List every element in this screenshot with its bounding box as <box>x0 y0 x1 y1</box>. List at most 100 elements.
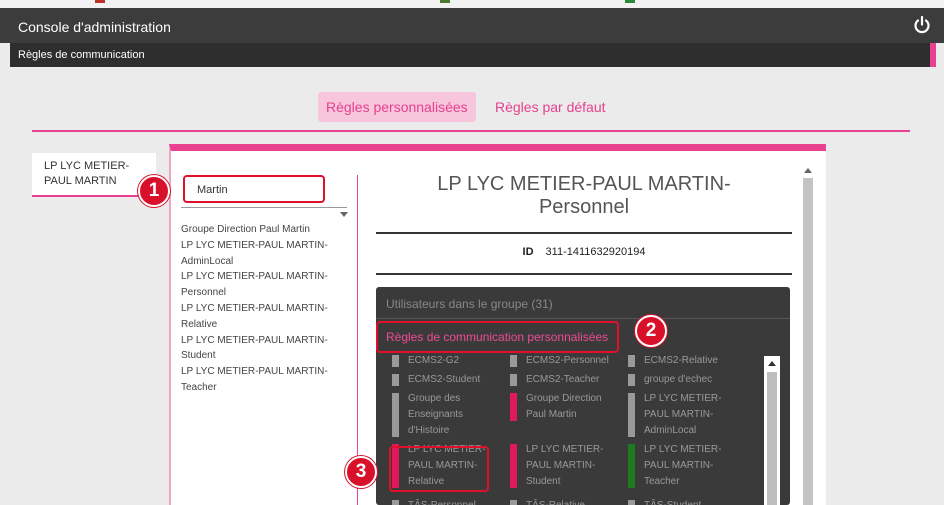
rule-status-bar <box>510 355 517 367</box>
rule-cell-label: ECMS2-Relative <box>644 353 718 369</box>
rule-cell-line: ECMS2-Relative <box>644 355 718 366</box>
group-list-item[interactable]: LP LYC METIER-PAUL MARTIN- <box>181 269 346 285</box>
group-id-row: ID 311-1411632920194 <box>376 246 792 258</box>
top-strip-mark <box>625 0 635 3</box>
rule-status-bar <box>628 444 635 488</box>
group-list-item[interactable]: Groupe Direction Paul Martin <box>181 222 346 238</box>
rule-cell-line: Paul Martin <box>526 409 577 420</box>
rule-cell-line: TÂS-Relative <box>526 498 585 505</box>
users-in-group-toggle[interactable]: Utilisateurs dans le groupe (31) <box>386 297 553 311</box>
power-icon[interactable] <box>912 15 932 35</box>
caret-down-icon[interactable] <box>340 212 348 217</box>
group-list-item[interactable]: Student <box>181 348 346 364</box>
rule-cell-label: ECMS2-Student <box>408 372 480 388</box>
rule-cell-line: AdminLocal <box>644 425 697 436</box>
rule-cell-line: d'Histoire <box>408 425 450 436</box>
tab-default-rules[interactable]: Règles par défaut <box>487 92 614 122</box>
rule-cell-label: TÂS-Relative <box>526 498 585 505</box>
rule-cell-line: PAUL MARTIN- <box>526 460 596 471</box>
rule-cell-line: PAUL MARTIN- <box>644 409 714 420</box>
group-search-input[interactable] <box>197 182 315 198</box>
rule-cell-line: Groupe Direction <box>526 393 602 404</box>
callout-badge: 1 <box>138 175 170 207</box>
group-list-item[interactable]: LP LYC METIER-PAUL MARTIN- <box>181 364 346 380</box>
rule-status-bar <box>392 355 399 367</box>
users-divider <box>376 318 790 319</box>
section-title: Règles de communication <box>18 49 145 61</box>
rule-cell-label: ECMS2-Personnel <box>526 353 609 369</box>
rule-cell-line: LP LYC METIER- <box>644 444 722 455</box>
rule-cell-line: Student <box>526 476 561 487</box>
rules-tabs: Règles personnalisées Règles par défaut <box>0 92 944 124</box>
relative-highlight-box <box>389 446 489 492</box>
group-list-item[interactable]: AdminLocal <box>181 254 346 270</box>
group-list-item[interactable]: Relative <box>181 317 346 333</box>
rule-cell-label: LP LYC METIER- PAUL MARTIN- Student <box>526 442 603 490</box>
group-list-item[interactable]: LP LYC METIER-PAUL MARTIN- <box>181 238 346 254</box>
app-title: Console d'administration <box>18 19 171 35</box>
rule-status-bar <box>510 444 517 488</box>
rule-status-bar <box>628 355 635 367</box>
rule-status-bar <box>628 374 635 386</box>
rule-cell-label: ECMS2-Teacher <box>526 372 599 388</box>
rule-cell-label: TÂS-Personnel <box>408 498 476 505</box>
scroll-thumb[interactable] <box>803 178 813 505</box>
rule-cell-line: ECMS2-Student <box>408 374 481 385</box>
group-list-item[interactable]: Teacher <box>181 380 346 396</box>
rule-status-bar <box>510 393 517 421</box>
custom-rules-header[interactable]: Règles de communication personnalisées <box>376 321 619 353</box>
rule-cell-label: ECMS2-G2 <box>408 353 459 369</box>
rule-cell-line: LP LYC METIER- <box>526 444 604 455</box>
callout-badge: 3 <box>345 456 377 488</box>
rule-cell-line: groupe d'echec <box>644 374 713 385</box>
app-header: Console d'administration <box>0 8 944 43</box>
search-underline <box>181 207 347 208</box>
rule-cell-line: PAUL MARTIN- <box>644 460 714 471</box>
rule-cell-label: LP LYC METIER- PAUL MARTIN- Teacher <box>644 442 721 490</box>
rule-status-bar <box>628 393 635 437</box>
search-box[interactable] <box>183 175 325 203</box>
group-list-item[interactable]: LP LYC METIER-PAUL MARTIN- <box>181 301 346 317</box>
panel-scrollbar[interactable] <box>801 166 815 505</box>
title-separator <box>376 232 792 234</box>
section-bar: Règles de communication <box>10 43 936 67</box>
rule-status-bar <box>392 393 399 437</box>
group-title-line1: LP LYC METIER-PAUL MARTIN- <box>437 173 731 195</box>
rule-status-bar <box>510 500 517 505</box>
tabs-divider <box>32 130 910 132</box>
scroll-up-icon[interactable] <box>804 168 812 173</box>
group-list-item[interactable]: Personnel <box>181 285 346 301</box>
tab-custom-rules[interactable]: Règles personnalisées <box>318 92 476 122</box>
id-value: 311-1411632920194 <box>545 246 646 258</box>
rule-cell-line: Groupe des <box>408 393 461 404</box>
id-label: ID <box>522 246 534 258</box>
school-name-line1: LP LYC METIER- <box>44 160 130 172</box>
top-strip-mark <box>95 0 105 3</box>
school-name-line2: PAUL MARTIN <box>44 175 117 187</box>
rule-cell-line: LP LYC METIER- <box>644 393 722 404</box>
id-separator <box>376 273 792 275</box>
rule-status-bar <box>392 374 399 386</box>
rule-cell-line: ECMS2-G2 <box>408 355 460 366</box>
custom-rules-label: Règles de communication personnalisées <box>386 330 609 344</box>
top-strip-mark <box>440 0 450 3</box>
rule-cell-line: ECMS2-Personnel <box>526 355 609 366</box>
group-list: Groupe Direction Paul Martin LP LYC METIE… <box>181 222 346 396</box>
group-title: LP LYC METIER-PAUL MARTIN- Personnel <box>376 173 792 219</box>
scroll-thumb[interactable] <box>767 372 777 505</box>
rule-status-bar <box>510 374 517 386</box>
browser-top-strip <box>0 0 944 8</box>
rule-cell-label: Groupe Direction Paul Martin <box>526 391 602 423</box>
rule-status-bar <box>628 500 635 505</box>
rule-cell-line: TÂS-Student <box>644 498 701 505</box>
rule-cell-label: Groupe des Enseignants d'Histoire <box>408 391 463 439</box>
scroll-up-icon[interactable] <box>768 361 776 366</box>
group-list-item[interactable]: LP LYC METIER-PAUL MARTIN- <box>181 333 346 349</box>
rule-grid-scrollbar[interactable] <box>764 356 780 505</box>
rule-cell-label: LP LYC METIER- PAUL MARTIN- AdminLocal <box>644 391 721 439</box>
rule-cell-line: Enseignants <box>408 409 464 420</box>
rule-cell-line: TÂS-Personnel <box>408 498 476 505</box>
group-title-line2: Personnel <box>538 196 630 218</box>
rule-cell-label: TÂS-Student <box>644 498 701 505</box>
callout-badge: 2 <box>635 315 667 347</box>
